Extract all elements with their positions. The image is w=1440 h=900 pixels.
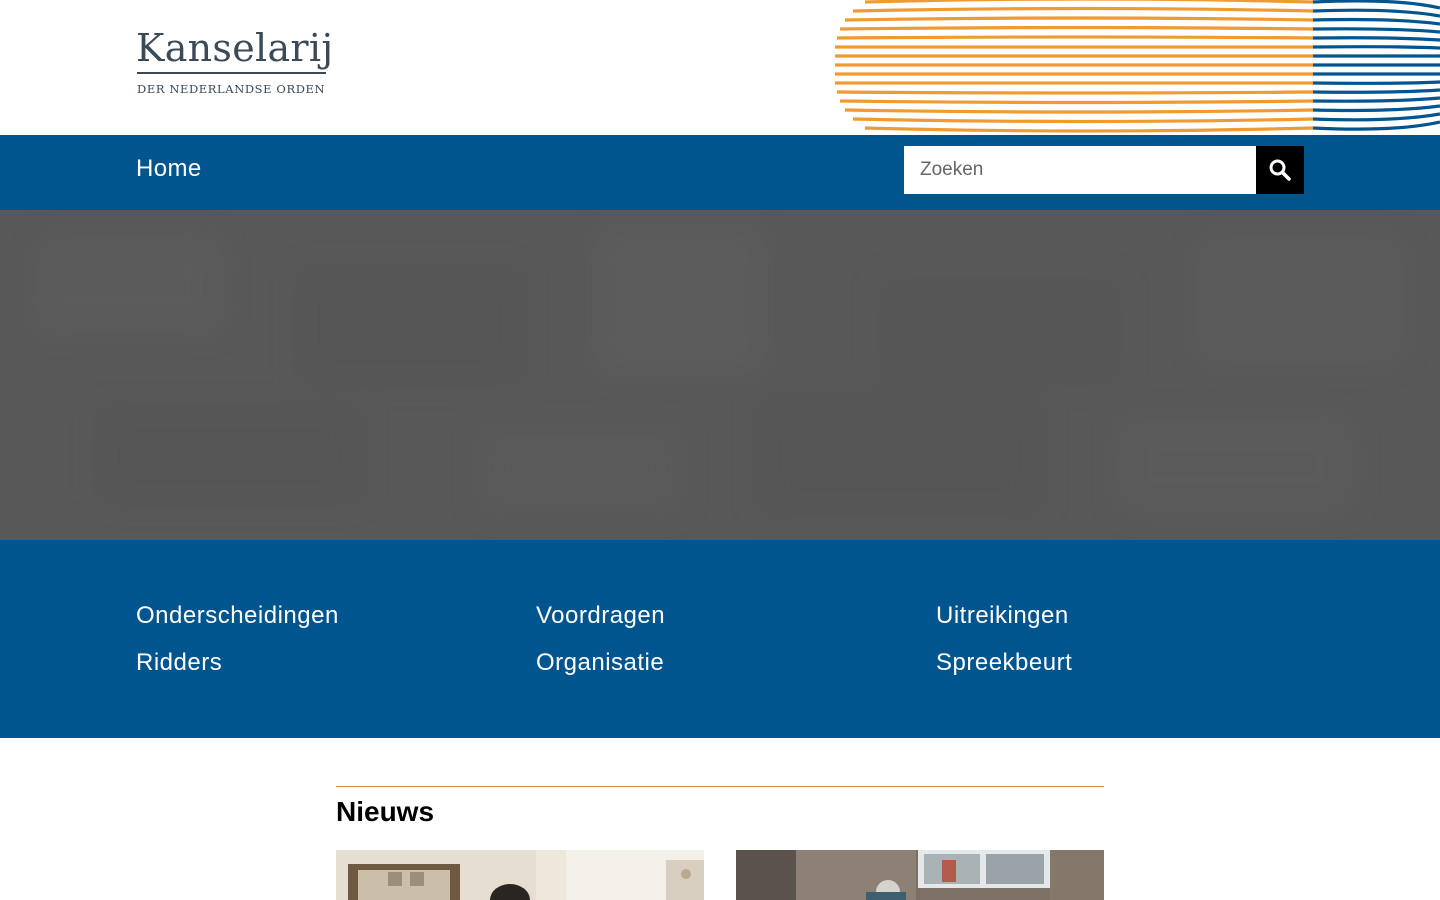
quick-links-band: Onderscheidingen Voordragen Uitreikingen… bbox=[0, 540, 1440, 738]
logo-divider bbox=[137, 72, 326, 74]
site-logo[interactable]: Kanselarij DER NEDERLANDSE ORDEN bbox=[136, 28, 336, 98]
quick-link-uitreikingen[interactable]: Uitreikingen bbox=[936, 602, 1069, 630]
quick-link-spreekbeurt[interactable]: Spreekbeurt bbox=[936, 649, 1072, 677]
search-button[interactable] bbox=[1256, 146, 1304, 194]
news-photo-icon bbox=[336, 850, 704, 900]
main-navbar: Home bbox=[0, 135, 1440, 210]
header-stripes-icon bbox=[835, 0, 1440, 133]
hero-blurred-photo bbox=[0, 210, 1440, 540]
search-input[interactable] bbox=[904, 146, 1256, 194]
news-divider bbox=[336, 786, 1104, 787]
nav-home-link[interactable]: Home bbox=[136, 155, 202, 183]
quick-link-onderscheidingen[interactable]: Onderscheidingen bbox=[136, 602, 339, 630]
news-card-2[interactable] bbox=[736, 850, 1104, 900]
hero-image bbox=[0, 210, 1440, 540]
header-stripes-decoration bbox=[835, 0, 1440, 135]
news-photo-icon bbox=[736, 850, 1104, 900]
quick-link-organisatie[interactable]: Organisatie bbox=[536, 649, 664, 677]
logo-subtitle: DER NEDERLANDSE ORDEN bbox=[137, 82, 326, 96]
logo-title: Kanselarij bbox=[136, 26, 334, 70]
quick-link-voordragen[interactable]: Voordragen bbox=[536, 602, 665, 630]
news-heading: Nieuws bbox=[336, 796, 435, 827]
site-header: Kanselarij DER NEDERLANDSE ORDEN bbox=[0, 0, 1440, 135]
quick-link-ridders[interactable]: Ridders bbox=[136, 649, 222, 677]
search-icon bbox=[1269, 159, 1291, 181]
news-card-1[interactable] bbox=[336, 850, 704, 900]
